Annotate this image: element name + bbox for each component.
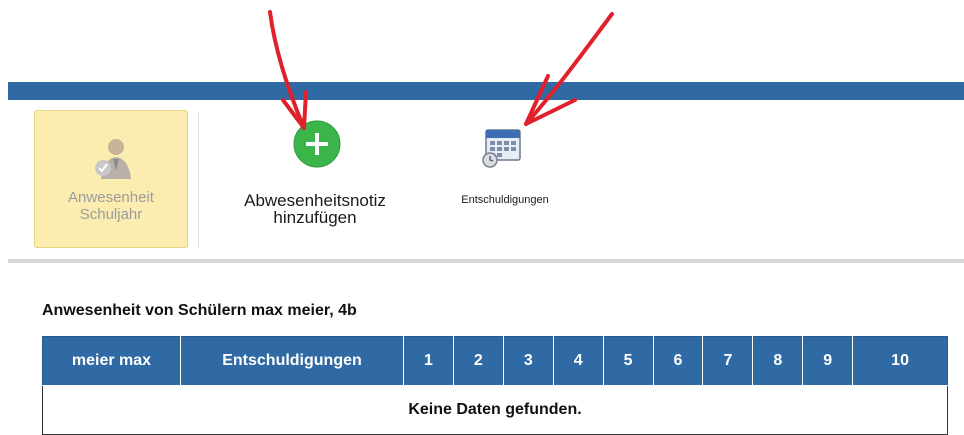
column-header[interactable]: 10: [852, 336, 948, 386]
plus-circle-icon: [293, 120, 341, 168]
column-header[interactable]: 5: [602, 336, 654, 386]
column-header[interactable]: 9: [802, 336, 854, 386]
calendar-icon: [482, 129, 521, 168]
app-header-bar: [8, 82, 964, 100]
add-absence-note-label: Abwesenheitsnotiz hinzufügen: [244, 191, 386, 227]
user-check-icon: [95, 139, 131, 179]
column-header[interactable]: 6: [652, 336, 704, 386]
page-title: Anwesenheit von Schülern max meier, 4b: [42, 302, 357, 319]
attendance-table: meier max Entschuldigungen 1 2 3 4 5 6 7…: [42, 336, 948, 435]
attendance-year-label: Anwesenheit Schuljahr: [68, 189, 154, 223]
column-header[interactable]: 7: [702, 336, 754, 386]
toolbar-divider: [8, 259, 964, 263]
table-row: Keine Daten gefunden.: [42, 385, 948, 435]
column-header[interactable]: 3: [502, 336, 554, 386]
toolbar-separator: [198, 112, 199, 248]
column-header[interactable]: 1: [403, 336, 454, 386]
column-header[interactable]: 8: [752, 336, 804, 386]
add-absence-note-button[interactable]: Abwesenheitsnotiz hinzufügen: [214, 114, 416, 244]
attendance-year-button[interactable]: Anwesenheit Schuljahr: [34, 110, 188, 248]
column-header[interactable]: Entschuldigungen: [180, 336, 404, 386]
table-header-row: meier max Entschuldigungen 1 2 3 4 5 6 7…: [42, 336, 948, 386]
column-header[interactable]: 2: [452, 336, 504, 386]
column-header[interactable]: meier max: [42, 336, 181, 386]
empty-message: Keine Daten gefunden.: [42, 385, 948, 435]
column-header[interactable]: 4: [552, 336, 604, 386]
excuses-label: Entschuldigungen: [461, 194, 549, 206]
excuses-button[interactable]: Entschuldigungen: [432, 118, 578, 218]
